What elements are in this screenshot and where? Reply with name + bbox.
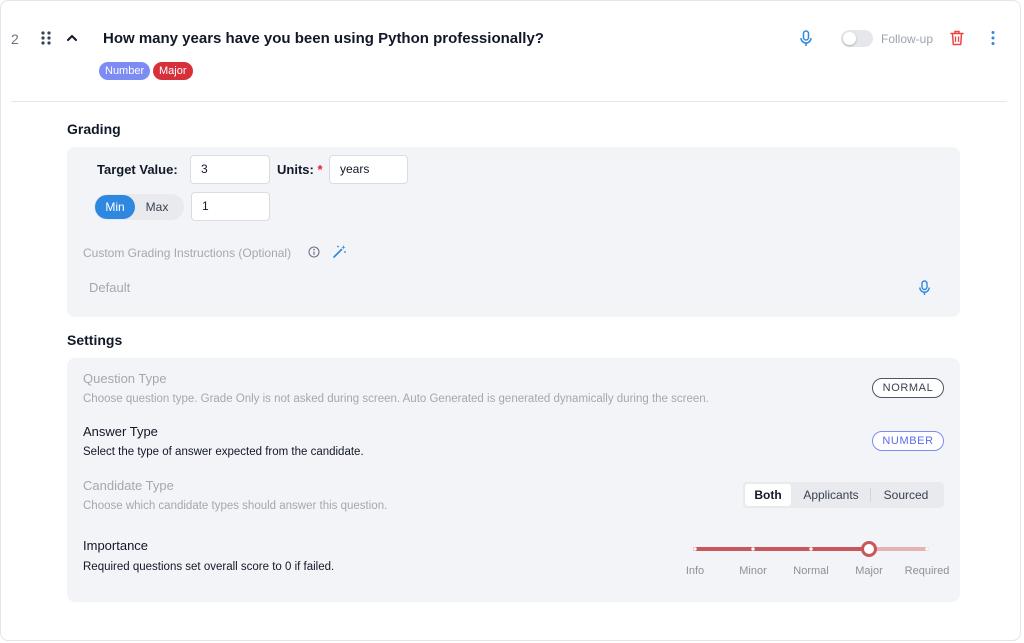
candidate-option-applicants[interactable]: Applicants (793, 484, 869, 506)
followup-toggle[interactable] (841, 30, 873, 47)
slider-tick-normal (809, 547, 813, 551)
importance-level-info[interactable]: Info (665, 565, 725, 577)
question-card: 2 How many years have you been using Pyt… (0, 0, 1021, 641)
candidate-type-description: Choose which candidate types should answ… (83, 500, 388, 512)
grading-title: Grading (67, 121, 121, 137)
toggle-knob (843, 32, 856, 45)
answer-type-description: Select the type of answer expected from … (83, 446, 364, 458)
min-max-toggle: Min Max (94, 194, 184, 220)
candidate-type-selector: Both Applicants Sourced (743, 482, 944, 508)
magic-wand-icon[interactable] (332, 244, 347, 259)
microphone-icon[interactable] (918, 280, 931, 296)
trash-icon[interactable] (950, 30, 964, 46)
slider-tick-minor (751, 547, 755, 551)
importance-level-major[interactable]: Major (839, 565, 899, 577)
importance-level-normal[interactable]: Normal (781, 565, 841, 577)
units-input[interactable]: years (329, 155, 408, 184)
settings-title: Settings (67, 332, 123, 348)
question-title: How many years have you been using Pytho… (103, 30, 544, 47)
target-value-label: Target Value: (97, 162, 178, 177)
required-mark: * (317, 162, 323, 177)
answer-type-pill[interactable]: NUMBER (872, 431, 944, 451)
answer-type-title: Answer Type (83, 424, 158, 439)
question-type-description: Choose question type. Grade Only is not … (83, 393, 709, 405)
question-type-title: Question Type (83, 371, 167, 386)
candidate-type-title: Candidate Type (83, 478, 174, 493)
question-type-pill[interactable]: NORMAL (872, 378, 944, 398)
importance-title: Importance (83, 538, 149, 553)
min-option[interactable]: Min (95, 195, 135, 219)
target-value-input[interactable]: 3 (190, 155, 270, 184)
max-option[interactable]: Max (140, 195, 174, 219)
slider-tick-required (925, 547, 929, 551)
slider-thumb[interactable] (861, 541, 877, 557)
candidate-option-both[interactable]: Both (745, 484, 791, 506)
badge-major: Major (153, 62, 193, 80)
units-label-text: Units: (277, 162, 314, 177)
custom-instructions-label: Custom Grading Instructions (Optional) (83, 246, 292, 260)
units-label: Units: * (277, 162, 323, 177)
question-number: 2 (11, 31, 19, 47)
info-icon[interactable] (308, 246, 320, 258)
chevron-up-icon[interactable] (65, 31, 79, 45)
badge-number: Number (99, 62, 151, 80)
importance-description: Required questions set overall score to … (83, 561, 335, 573)
microphone-icon[interactable] (799, 30, 813, 47)
header-divider (11, 101, 1007, 102)
importance-slider[interactable] (691, 539, 931, 559)
more-vertical-icon[interactable] (987, 30, 999, 46)
followup-label: Follow-up (881, 32, 934, 46)
candidate-option-sourced[interactable]: Sourced (871, 484, 941, 506)
drag-handle-icon[interactable] (39, 30, 53, 46)
importance-level-minor[interactable]: Minor (723, 565, 783, 577)
slider-tick-info (693, 547, 697, 551)
custom-instructions-input[interactable]: Default (81, 273, 947, 305)
threshold-input[interactable]: 1 (191, 192, 270, 221)
importance-level-required[interactable]: Required (897, 565, 957, 577)
